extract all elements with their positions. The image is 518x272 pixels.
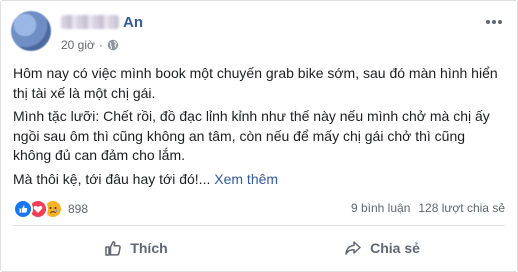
reaction-count[interactable]: 898 [68,202,88,216]
post-timestamp[interactable]: 20 giờ [61,38,95,52]
like-button[interactable]: Thích [13,229,259,267]
engagement-stats: 9 bình luận 128 lượt chia sẻ [351,201,505,215]
post-last-line-text: Mà thôi kệ, tới đâu hay tới đó!... [13,170,211,187]
author-name[interactable]: An [123,14,143,31]
separator-dot: · [98,38,103,52]
post-paragraph: Mình tặc lưỡi: Chết rồi, đồ đạc lỉnh kỉn… [13,108,490,163]
post-paragraph: Hôm nay có việc mình book một chuyến gra… [13,65,498,101]
post-body: Hôm nay có việc mình book một chuyến gra… [13,64,507,193]
share-button[interactable]: Chia sẻ [259,229,505,267]
comment-count[interactable]: 9 bình luận [351,201,410,215]
action-bar: Thích Chia sẻ [13,229,505,267]
post-last-line: Mà thôi kệ, tới đâu hay tới đó!... Xem t… [13,170,507,190]
share-arrow-icon [345,241,361,255]
thumbs-up-icon [105,241,122,256]
share-button-label: Chia sẻ [370,240,420,256]
globe-icon[interactable] [107,39,119,51]
author-avatar[interactable] [11,11,51,51]
action-divider [13,225,505,226]
see-more-link[interactable]: Xem thêm [214,171,278,187]
post-card: An 20 giờ · Hôm nay có việc mình book mộ… [0,0,518,272]
like-button-label: Thích [130,240,168,256]
reactions-summary[interactable]: 898 [13,199,88,219]
blurred-author-name [61,15,119,29]
like-reaction-icon [13,199,33,219]
share-count[interactable]: 128 lượt chia sẻ [418,201,505,215]
more-options-icon[interactable] [483,15,505,29]
post-timestamp-row: 20 giờ · [61,38,119,52]
